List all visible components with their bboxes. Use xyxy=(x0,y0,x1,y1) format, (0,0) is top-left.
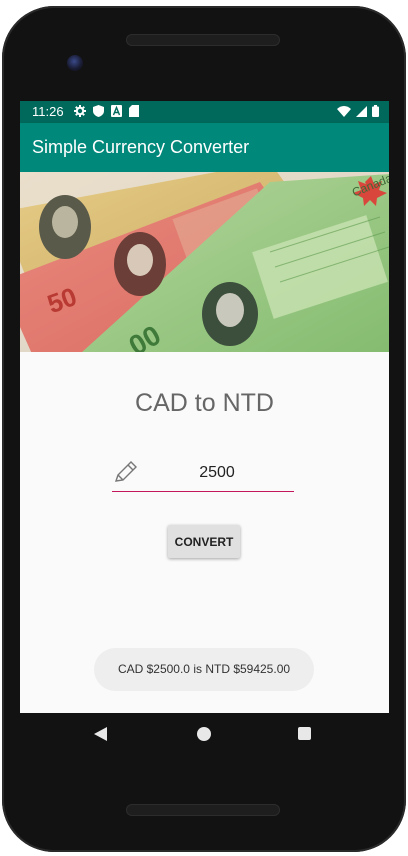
status-time: 11:26 xyxy=(32,104,64,119)
a-icon xyxy=(111,105,122,117)
app-bar: Simple Currency Converter xyxy=(20,123,389,172)
notification-icons xyxy=(74,105,139,117)
banknotes-picture: 50 00 Canada xyxy=(20,172,389,352)
signal-icon xyxy=(356,105,367,117)
system-icons xyxy=(337,105,379,117)
amount-input[interactable] xyxy=(142,461,292,485)
shield-icon xyxy=(93,105,104,117)
home-icon[interactable] xyxy=(197,727,211,741)
result-toast: CAD $2500.0 is NTD $59425.00 xyxy=(94,648,314,691)
status-bar: 11:26 xyxy=(20,101,389,123)
recents-icon[interactable] xyxy=(298,727,311,740)
convert-button[interactable]: CONVERT xyxy=(168,525,240,558)
canadian-banknotes-image: 50 00 Canada xyxy=(20,172,389,352)
gear-icon xyxy=(74,105,86,117)
amount-field[interactable] xyxy=(112,457,294,492)
app-title: Simple Currency Converter xyxy=(32,137,250,157)
pencil-icon xyxy=(114,461,137,482)
battery-icon xyxy=(372,105,379,117)
back-icon[interactable] xyxy=(94,727,107,741)
earpiece-speaker xyxy=(126,34,280,46)
app-screen: 11:26 Simple Currency Converter 50 00 Ca… xyxy=(20,101,389,713)
conversion-heading: CAD to NTD xyxy=(135,389,274,417)
sd-card-icon xyxy=(129,105,139,117)
wifi-icon xyxy=(337,105,351,117)
navigation-bar xyxy=(20,713,389,757)
front-camera-icon xyxy=(67,55,83,71)
bottom-speaker xyxy=(126,804,280,816)
